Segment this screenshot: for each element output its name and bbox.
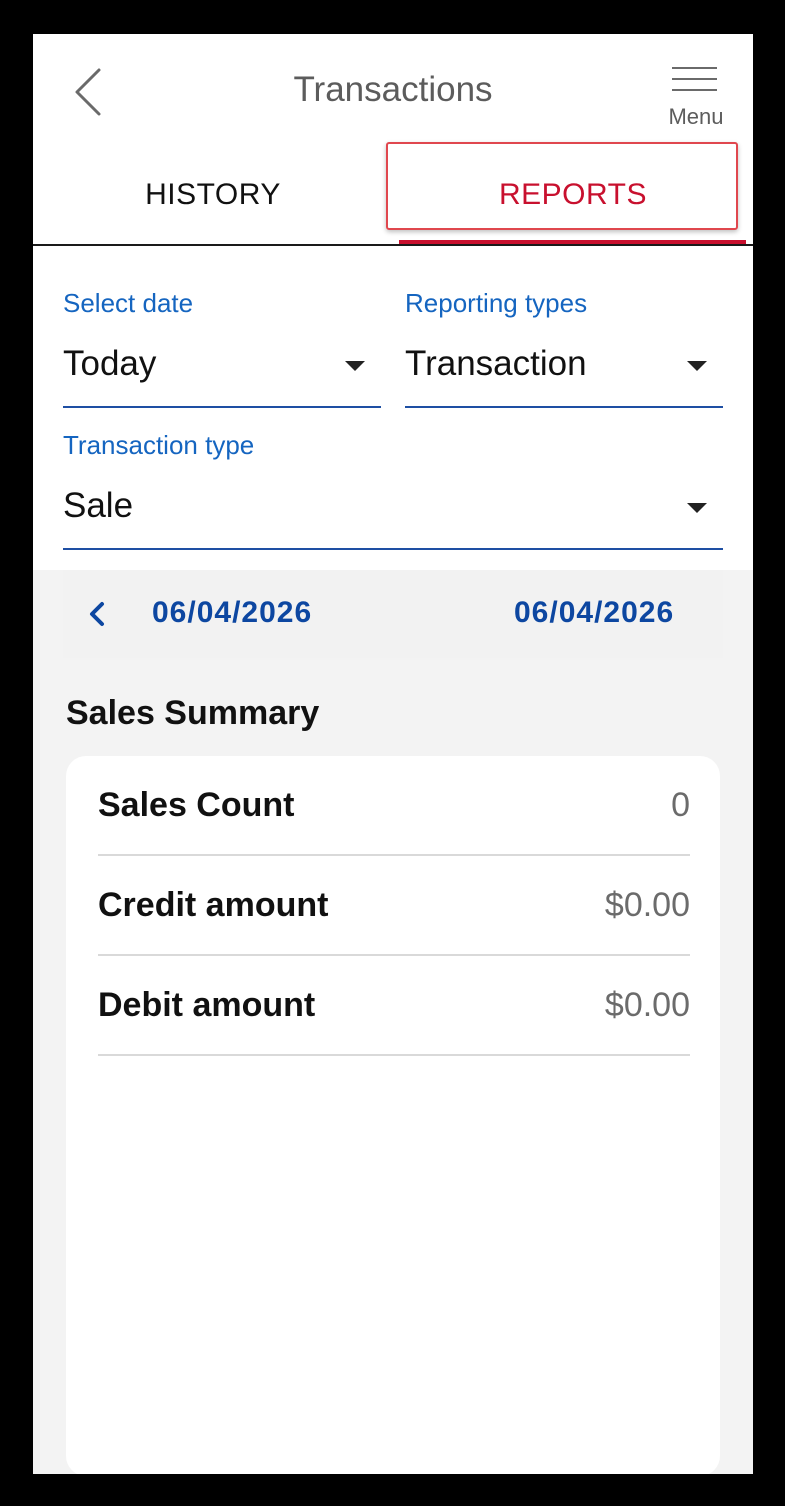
top-app-bar: Transactions Menu: [33, 34, 753, 138]
summary-row-label: Debit amount: [98, 986, 316, 1024]
previous-date-button[interactable]: [77, 594, 117, 634]
reporting-types-dropdown[interactable]: Reporting types Transaction: [405, 246, 723, 410]
caret-down-icon: [345, 361, 365, 371]
date-range-bar: 06/04/2026 06/04/2026: [63, 570, 723, 658]
section-title: Sales Summary: [66, 694, 320, 732]
transaction-type-dropdown[interactable]: Transaction type Sale: [63, 388, 723, 552]
tab-bar: HISTORY REPORTS: [33, 138, 753, 246]
summary-row: Credit amount $0.00: [98, 856, 690, 956]
summary-row-value: $0.00: [604, 886, 690, 924]
menu-button[interactable]: Menu: [661, 60, 731, 134]
caret-down-icon: [687, 361, 707, 371]
summary-row-label: Credit amount: [98, 886, 329, 924]
caret-down-icon: [687, 503, 707, 513]
summary-row-value: 0: [671, 786, 690, 824]
page-title: Transactions: [293, 70, 493, 109]
active-tab-indicator: [399, 240, 746, 244]
sales-summary-card: Sales Count 0 Credit amount $0.00 Debit …: [66, 756, 720, 1474]
select-date-dropdown[interactable]: Select date Today: [63, 246, 381, 410]
field-underline: [63, 548, 723, 550]
filters-panel: Select date Today Reporting types Transa…: [33, 246, 753, 570]
tab-reports[interactable]: REPORTS: [393, 138, 753, 242]
summary-row-value: $0.00: [604, 986, 690, 1024]
select-date-value: Today: [63, 344, 157, 383]
tab-reports-label: REPORTS: [499, 178, 647, 211]
transaction-type-value: Sale: [63, 486, 134, 525]
reporting-types-value: Transaction: [405, 344, 587, 383]
app-screen: Transactions Menu HISTORY REPORTS Select…: [33, 34, 753, 1474]
start-date[interactable]: 06/04/2026: [152, 596, 312, 630]
chevron-left-icon: [90, 602, 104, 626]
reporting-types-label: Reporting types: [405, 288, 588, 318]
tab-history-label: HISTORY: [145, 178, 281, 211]
transaction-type-label: Transaction type: [63, 430, 255, 460]
tab-history[interactable]: HISTORY: [33, 138, 393, 242]
summary-row: Debit amount $0.00: [98, 956, 690, 1056]
menu-label: Menu: [668, 104, 724, 129]
summary-row: Sales Count 0: [98, 756, 690, 856]
select-date-label: Select date: [63, 288, 194, 318]
summary-row-label: Sales Count: [98, 786, 295, 824]
end-date[interactable]: 06/04/2026: [514, 596, 674, 630]
